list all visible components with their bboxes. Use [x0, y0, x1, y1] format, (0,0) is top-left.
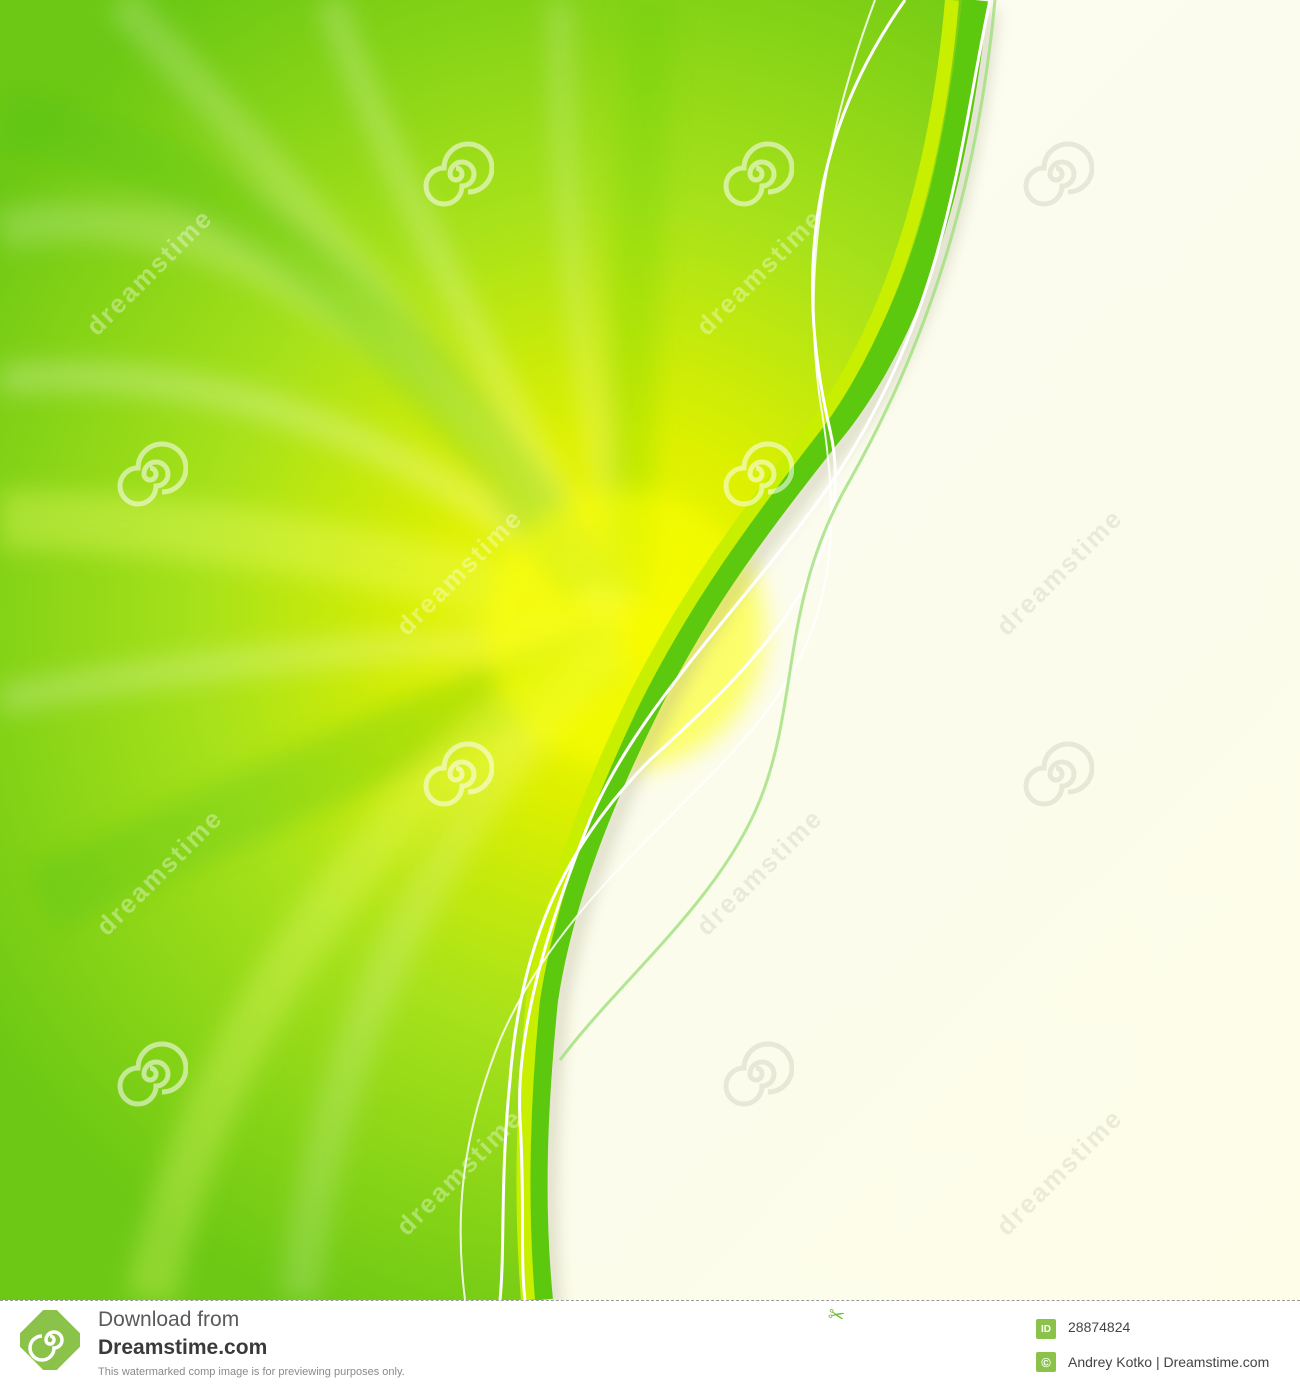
image-id: 28874824: [1068, 1319, 1131, 1335]
site-name-link[interactable]: Dreamstime.com: [98, 1336, 267, 1360]
preview-notice: This watermarked comp image is for previ…: [98, 1366, 405, 1378]
id-badge: ID: [1036, 1319, 1056, 1339]
copyright-badge: ©: [1036, 1352, 1056, 1372]
download-from-text: Download from: [98, 1308, 240, 1331]
author-credit: Andrey Kotko | Dreamstime.com: [1068, 1354, 1270, 1370]
artwork-svg: [0, 0, 1300, 1300]
abstract-green-background: dreamstime dreamstime dreamstime dreamst…: [0, 0, 1300, 1300]
dreamstime-logo-icon: [20, 1310, 80, 1370]
